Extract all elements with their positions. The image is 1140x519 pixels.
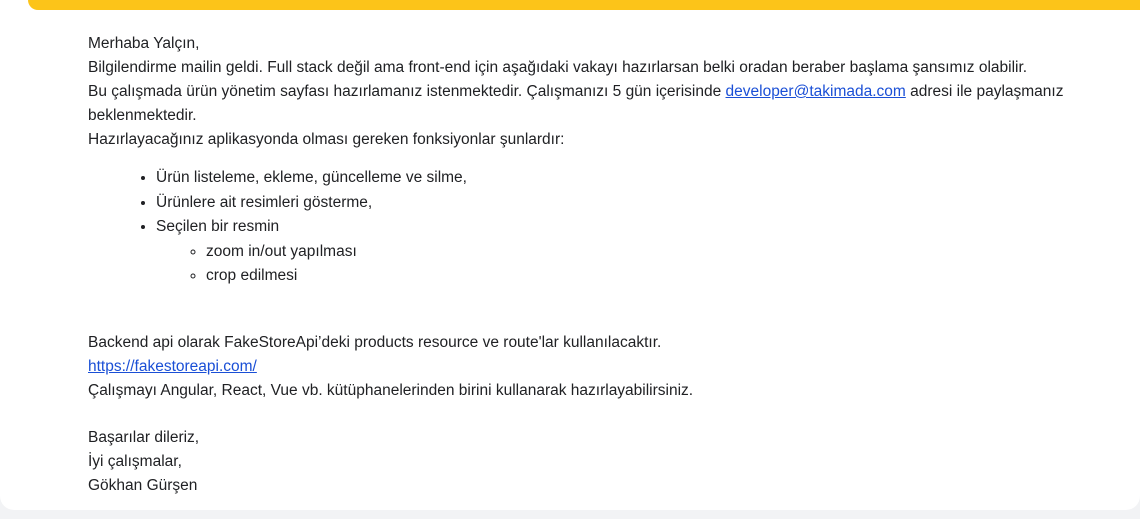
list-item: Ürünlere ait resimleri gösterme, — [156, 191, 1128, 216]
sub-feature-list: zoom in/out yapılması crop edilmesi — [156, 240, 1128, 289]
framework-text: Çalışmayı Angular, React, Vue vb. kütüph… — [88, 381, 694, 399]
list-item: zoom in/out yapılması — [206, 240, 1128, 265]
sub-feature-item-text: crop edilmesi — [206, 267, 298, 284]
feature-item-text: Ürünlere ait resimleri gösterme, — [156, 193, 373, 211]
task-paragraph: Bu çalışmada ürün yönetim sayfası hazırl… — [88, 80, 1128, 128]
email-body-card: Merhaba Yalçın, Bilgilendirme mailin gel… — [0, 0, 1140, 510]
functions-intro-text: Hazırlayacağınız aplikasyonda olması ger… — [88, 131, 565, 148]
sub-feature-item-text: zoom in/out yapılması — [206, 242, 357, 260]
greeting-text: Merhaba Yalçın, — [88, 35, 200, 52]
list-item: crop edilmesi — [206, 264, 1128, 289]
wishes-text: İyi çalışmalar, — [88, 452, 182, 470]
intro-text: Bilgilendirme mailin geldi. Full stack d… — [88, 59, 1028, 76]
api-link[interactable]: https://fakestoreapi.com/ — [88, 358, 257, 375]
feature-item-text: Ürün listeleme, ekleme, güncelleme ve si… — [156, 169, 467, 186]
developer-email-link[interactable]: developer@takimada.com — [726, 83, 906, 100]
list-item: Seçilen bir resmin zoom in/out yapılması… — [156, 215, 1128, 289]
closing-text: Başarılar dileriz, — [88, 428, 200, 446]
task-prefix-text: Bu çalışmada ürün yönetim sayfası hazırl… — [88, 83, 726, 100]
feature-item-text: Seçilen bir resmin — [156, 218, 280, 235]
feature-list: Ürün listeleme, ekleme, güncelleme ve si… — [88, 166, 1128, 289]
signature-text: Gökhan Gürşen — [88, 476, 198, 494]
list-item: Ürün listeleme, ekleme, güncelleme ve si… — [156, 166, 1128, 191]
backend-text: Backend api olarak FakeStoreApi’deki pro… — [88, 333, 662, 351]
accent-bar — [28, 0, 1140, 10]
email-body: Merhaba Yalçın, Bilgilendirme mailin gel… — [88, 32, 1128, 498]
